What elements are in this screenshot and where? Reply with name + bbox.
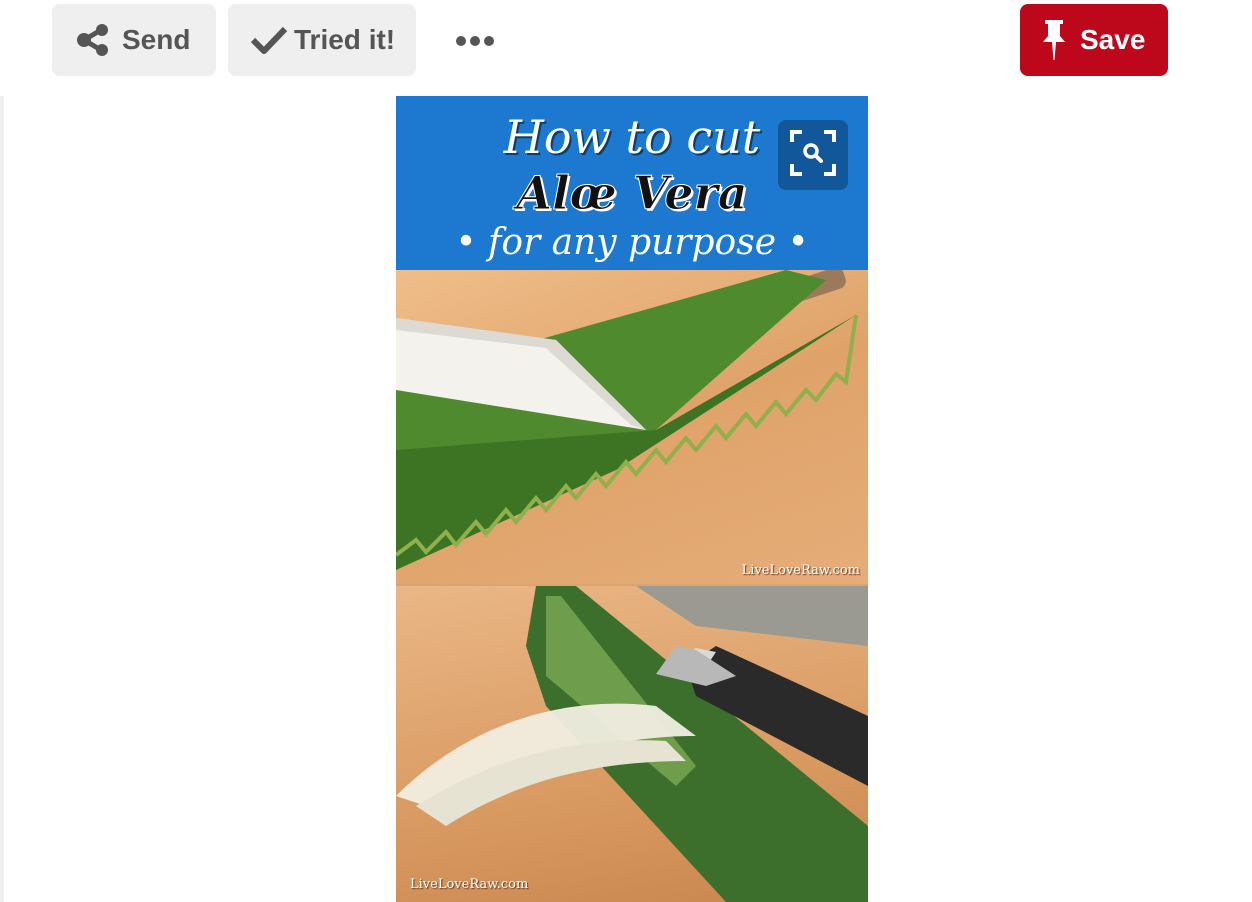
pin-closeup-page: Send Tried it! Save How to cut Alœ Vera … (0, 0, 1252, 902)
pin-image[interactable]: How to cut Alœ Vera • for any purpose • … (396, 96, 868, 902)
aloe-cutting-photo: LiveLoveRaw.com (396, 270, 868, 584)
tried-it-button[interactable]: Tried it! (228, 4, 416, 76)
more-dots-icon (456, 36, 494, 46)
visual-search-button[interactable] (778, 120, 848, 190)
aloe-peeler-illustration (396, 586, 868, 902)
save-button[interactable]: Save (1020, 4, 1168, 76)
banner-title-line3: • for any purpose • (455, 222, 809, 263)
watermark-bottom: LiveLoveRaw.com (410, 877, 529, 892)
aloe-leaf-with-knife-illustration (396, 270, 858, 570)
pin-action-toolbar: Send Tried it! Save (0, 0, 1252, 90)
save-label: Save (1080, 24, 1146, 55)
left-divider (0, 96, 4, 902)
share-icon (76, 24, 110, 56)
pushpin-icon (1042, 20, 1066, 60)
more-options-button[interactable] (440, 4, 510, 76)
visual-search-icon (790, 129, 836, 181)
aloe-peeling-photo: LiveLoveRaw.com (396, 586, 868, 902)
checkmark-icon (250, 25, 288, 55)
send-button[interactable]: Send (52, 4, 216, 76)
tried-it-label: Tried it! (294, 24, 396, 55)
send-label: Send (122, 24, 191, 55)
watermark-top: LiveLoveRaw.com (741, 563, 860, 578)
